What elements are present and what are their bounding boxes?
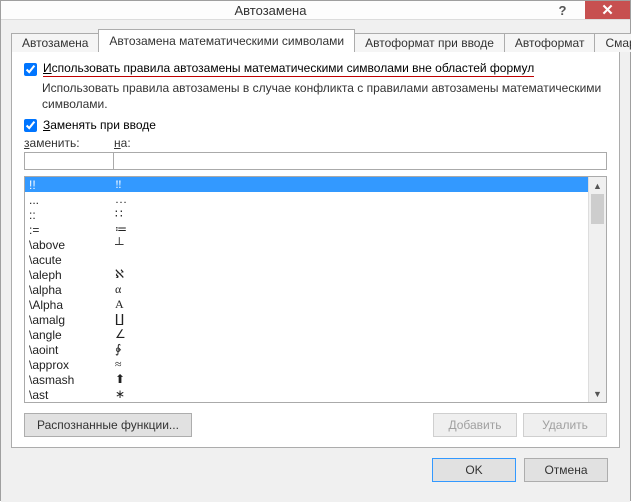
- column-headers: заменить: на:: [24, 136, 607, 150]
- cell-to: ┴: [115, 237, 588, 252]
- cell-from: \angle: [29, 328, 115, 342]
- replace-input[interactable]: [24, 152, 114, 170]
- scrollbar[interactable]: ▲ ▼: [588, 177, 606, 402]
- cancel-button[interactable]: Отмена: [524, 458, 608, 482]
- table-row[interactable]: :=≔: [25, 222, 588, 237]
- replace-as-you-type-checkbox[interactable]: [24, 119, 37, 132]
- table-row[interactable]: \approx≈: [25, 357, 588, 372]
- table-row[interactable]: !!‼: [25, 177, 588, 192]
- cell-to: ≔: [115, 222, 588, 237]
- table-row[interactable]: \alephℵ: [25, 267, 588, 282]
- cell-from: \alpha: [29, 283, 115, 297]
- cell-from: \above: [29, 238, 115, 252]
- table-row[interactable]: \amalg∐: [25, 312, 588, 327]
- cell-from: \aoint: [29, 343, 115, 357]
- use-outside-math-row[interactable]: Использовать правила автозамены математи…: [24, 61, 607, 77]
- tab-autocorrect[interactable]: Автозамена: [11, 33, 99, 52]
- dialog-footer: OK Отмена: [11, 448, 620, 492]
- cell-to: ∠: [115, 327, 588, 342]
- with-input[interactable]: [113, 152, 607, 170]
- tab-strip: Автозамена Автозамена математическими си…: [11, 28, 620, 51]
- table-row[interactable]: \AlphaΑ: [25, 297, 588, 312]
- close-button[interactable]: ✕: [585, 1, 630, 19]
- cell-to: ∐: [115, 312, 588, 327]
- titlebar: Автозамена ? ✕: [1, 1, 630, 20]
- cell-to: ∗: [115, 387, 588, 402]
- add-button[interactable]: Добавить: [433, 413, 517, 437]
- table-row[interactable]: \above┴: [25, 237, 588, 252]
- panel-buttons: Распознанные функции... Добавить Удалить: [24, 413, 607, 437]
- cell-to: α: [115, 282, 588, 297]
- recognized-functions-button[interactable]: Распознанные функции...: [24, 413, 192, 437]
- window-title: Автозамена: [1, 3, 540, 18]
- cell-to: ∳: [115, 342, 588, 357]
- scroll-down-button[interactable]: ▼: [589, 385, 606, 402]
- header-replace: заменить:: [24, 136, 114, 150]
- cell-to: ∷: [115, 207, 588, 222]
- table-row[interactable]: \ast∗: [25, 387, 588, 402]
- inputs-row: [24, 152, 607, 170]
- cell-from: !!: [29, 178, 115, 192]
- replace-as-you-type-row[interactable]: Заменять при вводе: [24, 118, 607, 132]
- scroll-thumb[interactable]: [591, 194, 604, 224]
- table-row[interactable]: \asmash⬆: [25, 372, 588, 387]
- cell-from: \amalg: [29, 313, 115, 327]
- cell-to: ℵ: [115, 267, 588, 282]
- ok-button[interactable]: OK: [432, 458, 516, 482]
- table-row[interactable]: \aoint∳: [25, 342, 588, 357]
- cell-from: ::: [29, 208, 115, 222]
- cell-from: \asmash: [29, 373, 115, 387]
- cell-from: :=: [29, 223, 115, 237]
- scroll-up-button[interactable]: ▲: [589, 177, 606, 194]
- list-body[interactable]: !!‼...…::∷:=≔\above┴\acute\alephℵ\alphaα…: [25, 177, 588, 402]
- titlebar-buttons: ? ✕: [540, 1, 630, 19]
- replace-as-you-type-label: Заменять при вводе: [43, 118, 156, 132]
- replacements-list: !!‼...…::∷:=≔\above┴\acute\alephℵ\alphaα…: [24, 176, 607, 403]
- help-button[interactable]: ?: [540, 1, 585, 19]
- cell-from: \ast: [29, 388, 115, 402]
- header-with: на:: [114, 136, 607, 150]
- cell-to: Α: [115, 297, 588, 312]
- cell-from: \aleph: [29, 268, 115, 282]
- cell-to: …: [115, 192, 588, 207]
- cell-to: ⬆: [115, 372, 588, 387]
- table-row[interactable]: ::∷: [25, 207, 588, 222]
- tab-smart-tags[interactable]: Смарт-теги: [594, 33, 631, 52]
- cell-to: ‼: [115, 177, 588, 192]
- table-row[interactable]: ...…: [25, 192, 588, 207]
- cell-from: ...: [29, 193, 115, 207]
- conflict-description: Использовать правила автозамены в случае…: [42, 81, 607, 112]
- table-row[interactable]: \acute: [25, 252, 588, 267]
- use-outside-math-checkbox[interactable]: [24, 63, 37, 76]
- tab-math-autocorrect[interactable]: Автозамена математическими символами: [98, 29, 355, 51]
- table-row[interactable]: \alphaα: [25, 282, 588, 297]
- table-row[interactable]: \angle∠: [25, 327, 588, 342]
- dialog-window: Автозамена ? ✕ Автозамена Автозамена мат…: [0, 0, 631, 501]
- tab-autoformat[interactable]: Автоформат: [504, 33, 596, 52]
- cell-to: ≈: [115, 357, 588, 372]
- client-area: Автозамена Автозамена математическими си…: [1, 20, 630, 502]
- cell-from: \approx: [29, 358, 115, 372]
- scroll-track[interactable]: [589, 194, 606, 385]
- tab-panel: Использовать правила автозамены математи…: [11, 50, 620, 448]
- cell-from: \acute: [29, 253, 115, 267]
- delete-button[interactable]: Удалить: [523, 413, 607, 437]
- tab-autoformat-typing[interactable]: Автоформат при вводе: [354, 33, 505, 52]
- cell-from: \Alpha: [29, 298, 115, 312]
- use-outside-math-label: Использовать правила автозамены математи…: [43, 61, 534, 77]
